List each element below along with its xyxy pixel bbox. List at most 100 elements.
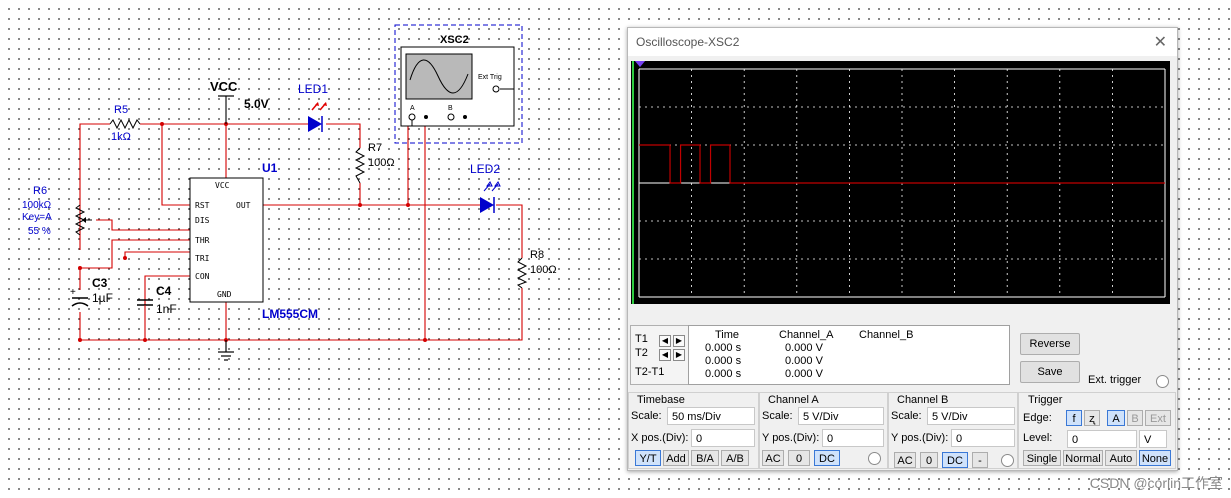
trigger-normal-button[interactable]: Normal (1063, 450, 1103, 466)
trigger-edge-label: Edge: (1023, 412, 1052, 424)
r6-percent: 55 % (28, 226, 51, 237)
trigger-auto-button[interactable]: Auto (1105, 450, 1137, 466)
channel-a-scale-label: Scale: (762, 410, 793, 422)
ic-u1-lm555[interactable]: VCC RST OUT DIS THR TRI CON GND U1 LM555… (189, 161, 318, 321)
header-channel-b: Channel_B (859, 329, 914, 341)
mode-add-button[interactable]: Add (663, 450, 689, 466)
channel-b-zero-button[interactable]: 0 (920, 452, 938, 468)
channel-a-radio[interactable] (868, 452, 881, 465)
timebase-group: Timebase Scale: 50 ms/Div X pos.(Div): 0… (628, 392, 759, 469)
oscilloscope-xsc2-symbol[interactable]: XSC2 Ext Trig A B (394, 24, 523, 144)
save-button[interactable]: Save (1020, 361, 1080, 383)
c4-ref: C4 (156, 284, 172, 298)
channel-a-scale-input[interactable]: 5 V/Div (798, 407, 884, 425)
ground-symbol (218, 340, 234, 361)
x-pos-input[interactable]: 0 (691, 429, 755, 447)
channel-a-ypos-label: Y pos.(Div): (762, 432, 820, 444)
watermark: CSDN @corlin工作室 (1089, 475, 1223, 491)
trigger-single-button[interactable]: Single (1023, 450, 1061, 466)
c3-ref: C3 (92, 276, 108, 290)
channel-a-zero-button[interactable]: 0 (788, 450, 810, 466)
rising-edge-icon[interactable]: f (1066, 410, 1082, 426)
x-pos-label: X pos.(Div): (631, 432, 689, 444)
t2-left-arrow-icon[interactable]: ◀ (659, 349, 671, 361)
close-icon[interactable]: ✕ (1154, 32, 1167, 52)
c4-value: 1nF (156, 302, 177, 316)
channel-b-ypos-input[interactable]: 0 (951, 429, 1015, 447)
pin-thr: THR (195, 236, 210, 245)
xsc-ext-trig: Ext Trig (478, 74, 502, 81)
timebase-scale-label: Scale: (631, 410, 662, 422)
pin-con: CON (195, 272, 210, 281)
measurement-readout: Time Channel_A Channel_B 0.000 s 0.000 V… (688, 325, 1010, 385)
schematic-canvas[interactable]: VCC 5.0V R5 1kΩ R6 100kΩ Key=A 55 % + C3… (0, 0, 625, 498)
resistor-r7[interactable]: R7 100Ω (354, 142, 395, 184)
resistor-r8[interactable]: R8 100Ω (516, 249, 557, 289)
mode-a-b-button[interactable]: A/B (721, 450, 749, 466)
header-time: Time (715, 329, 740, 341)
channel-a-group: Channel A Scale: 5 V/Div Y pos.(Div): 0 … (759, 392, 888, 469)
r8-value: 100Ω (530, 264, 557, 276)
mode-yt-button[interactable]: Y/T (635, 450, 661, 466)
led2-label: LED2 (470, 162, 500, 176)
c3-value: 1µF (92, 291, 113, 305)
channel-b-minus-button[interactable]: - (972, 452, 988, 468)
channel-b-ac-button[interactable]: AC (894, 452, 916, 468)
t1-channel-a: 0.000 V (785, 342, 823, 354)
t2-t1-label: T2-T1 (635, 366, 665, 378)
oscilloscope-window[interactable]: Oscilloscope-XSC2 ✕ T1 ◀ ▶ T2 ◀ ▶ T2-T1 Ti… (627, 27, 1178, 471)
trigger-source-a-button[interactable]: A (1107, 410, 1125, 426)
trigger-level-unit[interactable]: V (1139, 430, 1167, 448)
t2-right-arrow-icon[interactable]: ▶ (673, 349, 685, 361)
u1-ref: U1 (262, 161, 278, 175)
r7-value: 100Ω (368, 157, 395, 169)
r5-value: 1kΩ (111, 131, 131, 143)
t1-time: 0.000 s (705, 342, 742, 354)
channel-b-dc-button[interactable]: DC (942, 452, 968, 468)
channel-a-ypos-input[interactable]: 0 (822, 429, 884, 447)
trigger-group: Trigger Edge: f ʐ A B Ext Level: 0 V Sin… (1018, 392, 1176, 469)
channel-b-scale-input[interactable]: 5 V/Div (927, 407, 1015, 425)
ext-trigger-label: Ext. trigger (1088, 374, 1142, 386)
r6-key: Key=A (22, 212, 52, 223)
reverse-button[interactable]: Reverse (1020, 333, 1080, 355)
window-titlebar[interactable]: Oscilloscope-XSC2 ✕ (628, 28, 1177, 56)
t2-time: 0.000 s (705, 355, 742, 367)
mode-b-a-button[interactable]: B/A (691, 450, 719, 466)
t2-arrows: ◀ ▶ (657, 346, 685, 361)
r7-ref: R7 (368, 142, 382, 154)
capacitor-c4[interactable]: C4 1nF (137, 284, 177, 340)
vcc-value: 5.0V (244, 97, 269, 111)
ext-trigger-terminal[interactable] (1156, 375, 1169, 388)
channel-b-group: Channel B Scale: 5 V/Div Y pos.(Div): 0 … (888, 392, 1018, 469)
capacitor-c3[interactable]: + C3 1µF (70, 276, 113, 307)
xsc-ref: XSC2 (440, 34, 469, 46)
trigger-source-b-button[interactable]: B (1127, 410, 1143, 426)
channel-b-radio[interactable] (1001, 454, 1014, 467)
resistor-r5[interactable]: R5 1kΩ (109, 104, 141, 143)
oscilloscope-display[interactable] (631, 61, 1170, 304)
r8-ref: R8 (530, 249, 544, 261)
xsc-channel-b: B (448, 105, 453, 112)
trigger-level-label: Level: (1023, 432, 1053, 444)
falling-edge-icon[interactable]: ʐ (1084, 410, 1100, 426)
potentiometer-r6[interactable]: R6 100kΩ Key=A 55 % (22, 185, 92, 237)
led1-label: LED1 (298, 82, 328, 96)
channel-b-scale-label: Scale: (891, 410, 922, 422)
trigger-source-ext-button[interactable]: Ext (1145, 410, 1171, 426)
vcc-label: VCC (210, 79, 238, 94)
channel-a-ac-button[interactable]: AC (762, 450, 784, 466)
trigger-none-button[interactable]: None (1139, 450, 1171, 466)
c3-polarity: + (70, 287, 76, 298)
cursor-controls: T1 ◀ ▶ T2 ◀ ▶ T2-T1 (630, 325, 690, 385)
timebase-title: Timebase (637, 394, 685, 406)
channel-a-dc-button[interactable]: DC (814, 450, 840, 466)
trigger-level-input[interactable]: 0 (1067, 430, 1137, 448)
dt-channel-a: 0.000 V (785, 368, 823, 380)
pin-tri: TRI (195, 254, 210, 263)
r5-ref: R5 (114, 104, 128, 116)
pin-dis: DIS (195, 216, 210, 225)
pin-gnd: GND (217, 290, 232, 299)
timebase-scale-input[interactable]: 50 ms/Div (667, 407, 755, 425)
t2-label: T2 (635, 347, 648, 359)
